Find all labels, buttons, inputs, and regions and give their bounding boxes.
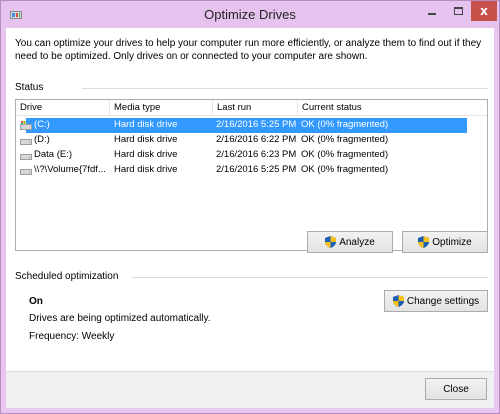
drive-row[interactable]: \\?\Volume{7fdf... Hard disk drive 2/16/… <box>16 163 487 178</box>
media-type: Hard disk drive <box>114 119 178 130</box>
close-button[interactable]: Close <box>425 378 487 400</box>
drive-row[interactable]: (C:) Hard disk drive 2/16/2016 5:25 PM O… <box>16 118 487 133</box>
schedule-frequency: Frequency: Weekly <box>29 331 115 342</box>
title-bar[interactable]: Optimize Drives x <box>1 1 499 28</box>
drive-icon <box>20 139 32 145</box>
intro-text: You can optimize your drives to help you… <box>15 38 482 62</box>
minimize-icon <box>428 13 436 15</box>
status-divider <box>82 88 488 89</box>
schedule-state: On <box>29 296 43 307</box>
drive-name: Data (E:) <box>34 149 73 160</box>
column-header-last-run[interactable]: Last run <box>213 100 298 116</box>
close-window-button[interactable]: x <box>471 1 497 21</box>
drives-list[interactable]: Drive Media type Last run Current status… <box>15 99 488 251</box>
media-type: Hard disk drive <box>114 164 178 175</box>
scheduled-section-label: Scheduled optimization <box>15 271 119 282</box>
uac-shield-icon <box>392 295 404 307</box>
drive-row[interactable]: Data (E:) Hard disk drive 2/16/2016 6:23… <box>16 148 487 163</box>
uac-shield-icon <box>418 236 430 248</box>
current-status: OK (0% fragmented) <box>301 119 389 130</box>
dialog-footer: Close <box>6 371 494 408</box>
scheduled-divider <box>132 277 488 278</box>
optimize-label: Optimize <box>432 236 472 248</box>
optimize-button[interactable]: Optimize <box>402 231 488 253</box>
windows-drive-icon <box>20 121 32 130</box>
last-run: 2/16/2016 6:23 PM <box>216 149 297 160</box>
close-label: Close <box>443 383 469 395</box>
current-status: OK (0% fragmented) <box>301 134 389 145</box>
column-header-drive[interactable]: Drive <box>16 100 110 116</box>
drive-row[interactable]: (D:) Hard disk drive 2/16/2016 6:22 PM O… <box>16 133 487 148</box>
column-header-media-type[interactable]: Media type <box>110 100 213 116</box>
maximize-icon <box>454 7 463 15</box>
current-status: OK (0% fragmented) <box>301 164 389 175</box>
maximize-button[interactable] <box>446 1 471 21</box>
analyze-label: Analyze <box>339 236 375 248</box>
client-area: You can optimize your drives to help you… <box>6 28 494 408</box>
media-type: Hard disk drive <box>114 149 178 160</box>
drive-name: \\?\Volume{7fdf... <box>34 164 106 175</box>
drive-name: (D:) <box>34 134 50 145</box>
close-icon: x <box>480 4 488 18</box>
last-run: 2/16/2016 6:22 PM <box>216 134 297 145</box>
drive-icon <box>20 154 32 160</box>
current-status: OK (0% fragmented) <box>301 149 389 160</box>
minimize-button[interactable] <box>419 1 445 21</box>
analyze-button[interactable]: Analyze <box>307 231 393 253</box>
drives-list-header: Drive Media type Last run Current status <box>16 100 487 116</box>
optimize-drives-window: Optimize Drives x You can optimize your … <box>0 0 500 414</box>
uac-shield-icon <box>325 236 337 248</box>
schedule-description: Drives are being optimized automatically… <box>29 313 211 324</box>
column-header-current-status[interactable]: Current status <box>298 100 398 116</box>
drive-icon <box>20 169 32 175</box>
change-settings-button[interactable]: Change settings <box>384 290 488 312</box>
media-type: Hard disk drive <box>114 134 178 145</box>
last-run: 2/16/2016 5:25 PM <box>216 164 297 175</box>
status-section-label: Status <box>15 82 44 93</box>
change-settings-label: Change settings <box>406 295 480 307</box>
last-run: 2/16/2016 5:25 PM <box>216 119 297 130</box>
drive-name: (C:) <box>34 119 50 130</box>
